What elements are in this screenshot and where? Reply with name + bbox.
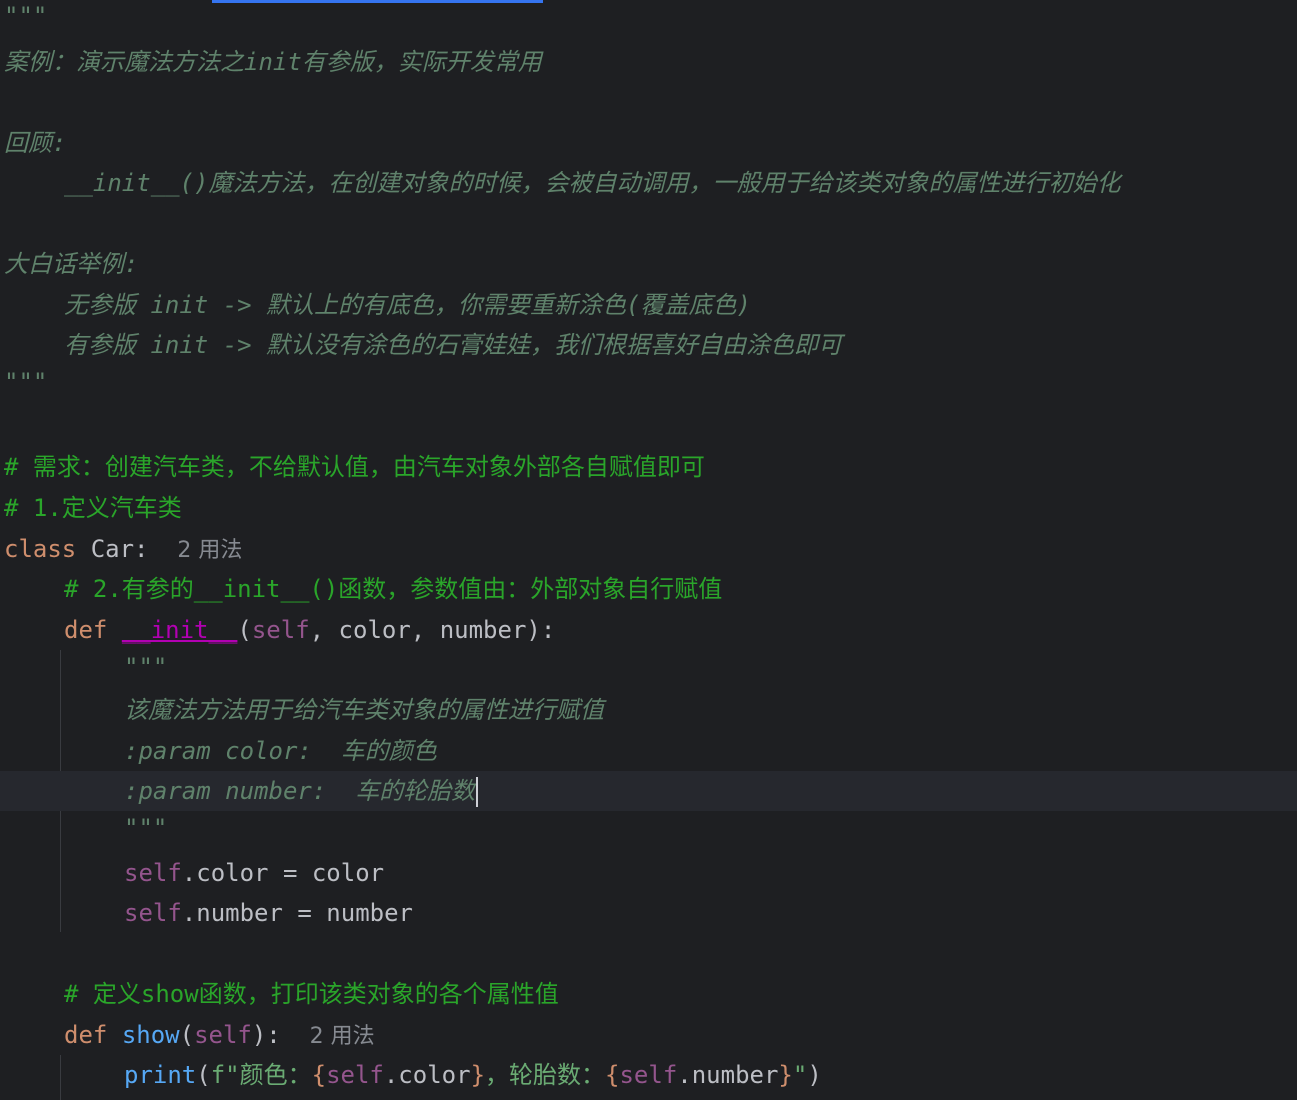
code-line: """ <box>0 0 1297 36</box>
code-line: def __init__(self, color, number): <box>0 610 1297 650</box>
code-line: def show(self): 2 用法 <box>0 1015 1297 1055</box>
docstring-quote: """ <box>124 814 168 842</box>
class-name: Car: <box>90 535 149 563</box>
docstring-quote: """ <box>4 2 48 30</box>
code-line: # 1.定义汽车类 <box>0 488 1297 528</box>
docstring-example-1: 无参版 init -> 默认上的有底色，你需要重新涂色(覆盖底色) <box>64 291 751 319</box>
init-doc-param-color: :param color: 车的颜色 <box>124 737 437 765</box>
code-line: 有参版 init -> 默认没有涂色的石膏娃娃，我们根据喜好自由涂色即可 <box>0 325 1297 365</box>
keyword-def: def <box>64 1021 108 1049</box>
code-line: """ <box>0 808 1297 848</box>
self-param: self <box>251 616 310 644</box>
paren: ) <box>807 1061 822 1089</box>
docstring-quote: """ <box>4 368 48 396</box>
comment-show: # 定义show函数，打印该类对象的各个属性值 <box>64 980 559 1008</box>
paren: ( <box>179 1021 195 1049</box>
usage-hint[interactable]: 2 用法 <box>177 538 242 563</box>
paren: ): <box>251 1021 281 1049</box>
docstring-review-label: 回顾: <box>4 129 67 157</box>
self-keyword: self <box>124 859 182 887</box>
fstring-brace: } <box>778 1061 793 1089</box>
init-doc-desc: 该魔法方法用于给汽车类对象的属性进行赋值 <box>124 696 604 724</box>
comment-step1: # 1.定义汽车类 <box>4 494 182 522</box>
usage-hint[interactable]: 2 用法 <box>310 1024 375 1049</box>
attr-color: .color <box>383 1061 471 1089</box>
assign-color: .color = color <box>181 859 385 887</box>
keyword-class: class <box>4 535 77 563</box>
init-method-name[interactable]: __init__ <box>122 616 238 644</box>
code-line: __init__()魔法方法，在创建对象的时候，会被自动调用，一般用于给该类对象… <box>0 163 1297 203</box>
code-line: 大白话举例: <box>0 244 1297 284</box>
code-line: 回顾: <box>0 123 1297 163</box>
docstring-quote: """ <box>124 653 168 681</box>
comment-requirement: # 需求：创建汽车类，不给默认值，由汽车对象外部各自赋值即可 <box>4 453 705 481</box>
code-line: class Car: 2 用法 <box>0 529 1297 569</box>
docstring-example-label: 大白话举例: <box>4 250 139 278</box>
code-line: self.number = number <box>0 893 1297 933</box>
paren: ( <box>237 616 252 644</box>
code-line: 无参版 init -> 默认上的有底色，你需要重新涂色(覆盖底色) <box>0 285 1297 325</box>
attr-number: .number <box>677 1061 779 1089</box>
code-editor[interactable]: """ 案例：演示魔法方法之init有参版，实际开发常用 回顾: __init_… <box>0 0 1297 1100</box>
docstring-title: 案例：演示魔法方法之init有参版，实际开发常用 <box>4 48 542 76</box>
self-keyword: self <box>619 1061 678 1089</box>
text-caret <box>476 777 479 807</box>
current-code-line[interactable]: :param number: 车的轮胎数 <box>0 771 1297 811</box>
comment-step2: # 2.有参的__init__()函数，参数值由：外部对象自行赋值 <box>64 575 723 603</box>
init-params: , color, number): <box>309 616 556 644</box>
fstring-part: f"颜色： <box>210 1061 312 1089</box>
assign-number: .number = number <box>181 899 413 927</box>
code-line: # 需求：创建汽车类，不给默认值，由汽车对象外部各自赋值即可 <box>0 447 1297 487</box>
code-line: 该魔法方法用于给汽车类对象的属性进行赋值 <box>0 690 1297 730</box>
code-line: # 定义show函数，打印该类对象的各个属性值 <box>0 974 1297 1014</box>
docstring-review-text: __init__()魔法方法，在创建对象的时候，会被自动调用，一般用于给该类对象… <box>64 169 1121 197</box>
code-line: # 2.有参的__init__()函数，参数值由：外部对象自行赋值 <box>0 569 1297 609</box>
keyword-def: def <box>64 616 108 644</box>
paren: ( <box>196 1061 211 1089</box>
init-doc-param-number: :param number: 车的轮胎数 <box>124 777 476 805</box>
self-param: self <box>194 1021 252 1049</box>
fstring-brace: { <box>311 1061 327 1089</box>
code-line: :param color: 车的颜色 <box>0 731 1297 771</box>
code-line: """ <box>0 647 1297 687</box>
fstring-brace: { <box>605 1061 620 1089</box>
fstring-part: " <box>792 1061 808 1089</box>
self-keyword: self <box>124 899 182 927</box>
self-keyword: self <box>326 1061 384 1089</box>
docstring-example-2: 有参版 init -> 默认没有涂色的石膏娃娃，我们根据喜好自由涂色即可 <box>64 331 843 359</box>
code-line: self.color = color <box>0 853 1297 893</box>
code-line: """ <box>0 362 1297 402</box>
show-method-name[interactable]: show <box>122 1021 180 1049</box>
fstring-part: ，轮胎数： <box>485 1061 606 1089</box>
code-line: print(f"颜色：{self.color}，轮胎数：{self.number… <box>0 1055 1297 1095</box>
code-line: 案例：演示魔法方法之init有参版，实际开发常用 <box>0 42 1297 82</box>
print-function[interactable]: print <box>124 1061 196 1089</box>
fstring-brace: } <box>470 1061 486 1089</box>
